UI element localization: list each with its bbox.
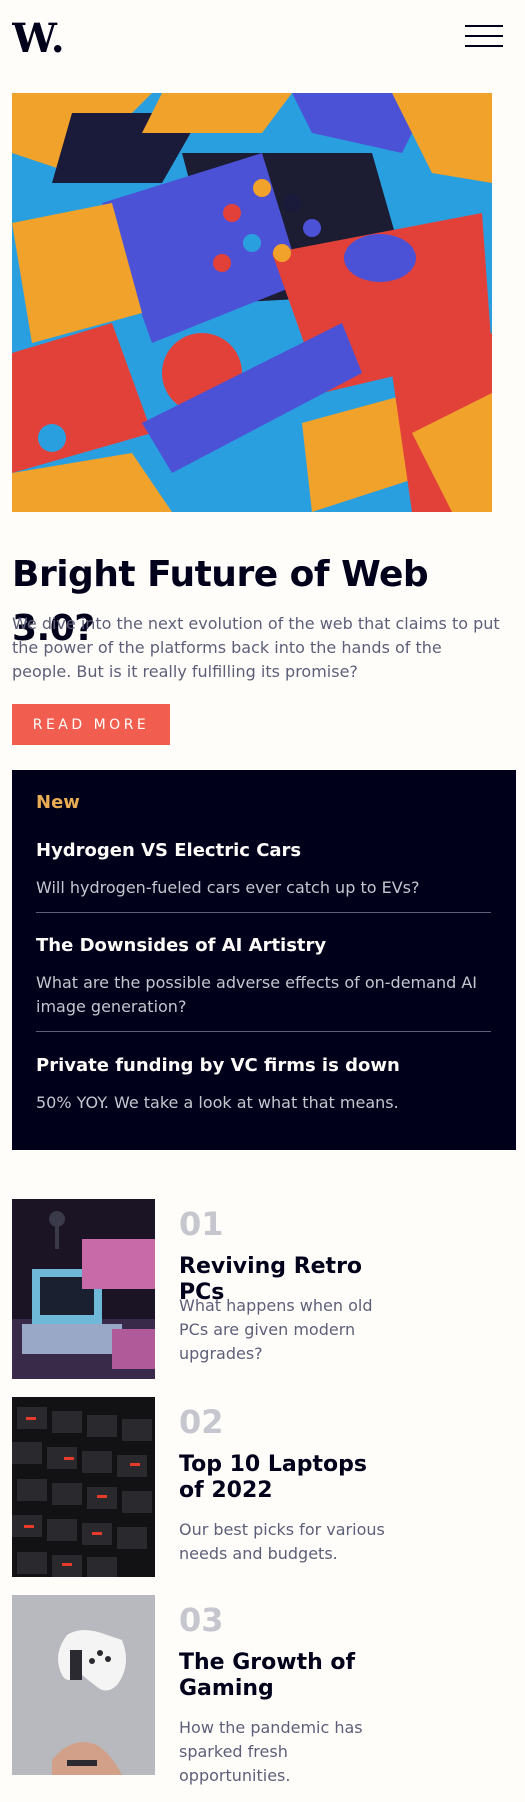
article-thumbnail-retro-pc[interactable]	[12, 1199, 155, 1379]
new-heading: New	[36, 792, 80, 813]
new-item-description: What are the possible adverse effects of…	[36, 973, 477, 1016]
new-item-title[interactable]: Hydrogen VS Electric Cars	[36, 838, 491, 864]
divider	[36, 1031, 491, 1032]
hero-description: We dive into the next evolution of the w…	[12, 614, 500, 681]
article-title[interactable]: Top 10 Laptops of 2022	[179, 1452, 399, 1504]
article-list-item: 02 Top 10 Laptops of 2022 Our best picks…	[12, 1397, 512, 1577]
new-articles-panel: New Hydrogen VS Electric Cars Will hydro…	[12, 770, 516, 1150]
article-description: How the pandemic has sparked fresh oppor…	[179, 1718, 363, 1785]
site-header: W.	[0, 0, 525, 80]
article-number: 01	[179, 1205, 224, 1243]
article-thumbnail-gaming[interactable]	[12, 1595, 155, 1775]
new-item-title[interactable]: Private funding by VC firms is down	[36, 1053, 491, 1079]
hamburger-icon[interactable]	[465, 25, 503, 47]
divider	[36, 912, 491, 913]
logo-text: W.	[12, 15, 62, 60]
article-description: What happens when old PCs are given mode…	[179, 1296, 373, 1363]
new-item-description: 50% YOY. We take a look at what that mea…	[36, 1093, 399, 1112]
new-item: Private funding by VC firms is down 50% …	[36, 1053, 491, 1115]
new-item-title[interactable]: The Downsides of AI Artistry	[36, 933, 491, 959]
logo[interactable]: W.	[11, 14, 65, 62]
article-number: 03	[179, 1601, 224, 1639]
article-title[interactable]: The Growth of Gaming	[179, 1650, 399, 1702]
new-item-description: Will hydrogen-fueled cars ever catch up …	[36, 878, 420, 897]
article-description: Our best picks for various needs and bud…	[179, 1520, 385, 1563]
article-number: 02	[179, 1403, 224, 1441]
new-item: The Downsides of AI Artistry What are th…	[36, 933, 491, 1019]
hero-image	[12, 93, 492, 512]
new-item: Hydrogen VS Electric Cars Will hydrogen-…	[36, 838, 491, 900]
article-thumbnail-laptop[interactable]	[12, 1397, 155, 1577]
article-list-item: 03 The Growth of Gaming How the pandemic…	[12, 1595, 512, 1785]
read-more-button[interactable]: READ MORE	[12, 704, 170, 745]
article-list-item: 01 Reviving Retro PCs What happens when …	[12, 1199, 512, 1379]
